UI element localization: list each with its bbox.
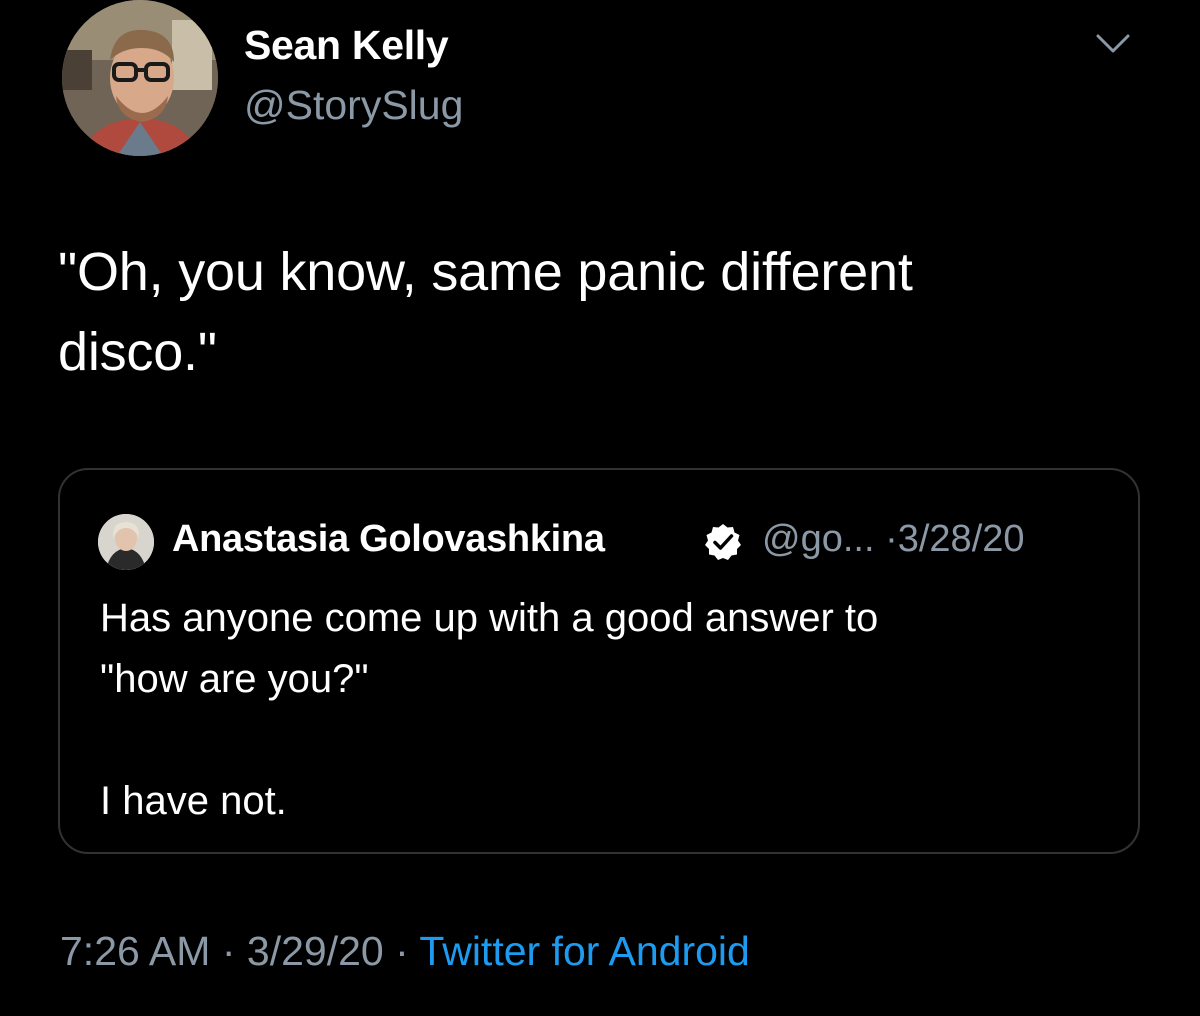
quoted-tweet-card[interactable]: Anastasia Golovashkina @go... ·3/28/20 H… [58,468,1140,854]
quoted-author-display-name: Anastasia Golovashkina [172,518,605,560]
footer-separator: · [221,928,236,974]
author-display-name[interactable]: Sean Kelly [244,22,449,69]
quoted-author-avatar [98,514,154,570]
quoted-text-line: Has anyone come up with a good answer to [100,596,879,640]
quoted-avatar-photo-icon [98,514,154,570]
quoted-tweet-meta: @go... ·3/28/20 [762,518,1025,561]
tweet-footer: 7:26 AM · 3/29/20 · Twitter for Android [60,928,750,975]
quoted-tweet-date: 3/28/20 [897,518,1025,560]
author-avatar[interactable] [62,0,218,156]
avatar-photo-icon [62,0,218,156]
verified-badge-icon [703,522,743,562]
tweet-time: 7:26 AM [60,928,211,974]
footer-separator: · [395,928,409,974]
meta-separator: · [885,518,898,560]
quoted-tweet-text: Has anyone come up with a good answer to… [100,588,1100,832]
author-handle[interactable]: @StorySlug [244,82,463,129]
tweet-source-link[interactable]: Twitter for Android [419,928,749,974]
tweet-text-line: disco." [58,322,217,382]
tweet-date: 3/29/20 [246,928,384,974]
tweet-text: "Oh, you know, same panic different disc… [58,232,1138,392]
quoted-text-spacer [100,710,1100,771]
tweet-text-line: "Oh, you know, same panic different [58,242,913,302]
quoted-text-line: I have not. [100,779,287,823]
chevron-down-icon[interactable] [1092,28,1134,58]
quoted-text-line: "how are you?" [100,657,369,701]
quoted-author-handle: @go... [762,518,875,560]
tweet-header: Sean Kelly @StorySlug [62,0,1162,160]
